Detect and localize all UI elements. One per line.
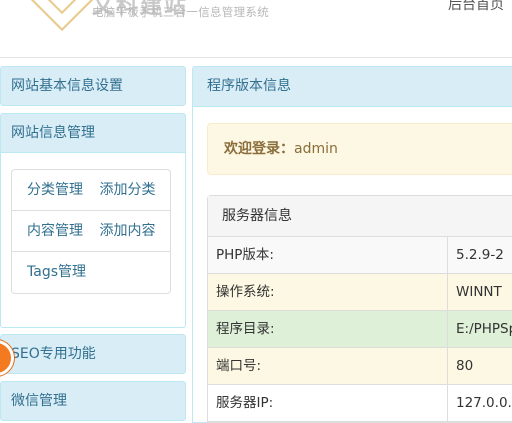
page-header: 文科建站 电脑平板手机三合一信息管理系统 后台首页: [0, 0, 512, 58]
row-value: 5.2.9-2: [456, 247, 504, 263]
table-row: 程序目录: E:/PHPSp: [208, 311, 512, 348]
add-category-link[interactable]: 添加分类: [99, 182, 155, 198]
table-row: 服务器IP: 127.0.0.1: [208, 385, 512, 422]
row-key: 端口号:: [208, 348, 448, 384]
row-value: 80: [456, 358, 474, 374]
table-row: 操作系统: WINNT: [208, 274, 512, 311]
table-row: 端口号: 80: [208, 348, 512, 385]
row-value: WINNT: [456, 284, 502, 300]
sidebar-panel-seo[interactable]: SEO专用功能: [0, 334, 186, 374]
row-key: PHP版本:: [208, 237, 448, 273]
submenu-row: Tags管理: [12, 252, 170, 293]
submenu-row: 分类管理 添加分类: [12, 170, 170, 211]
welcome-user: admin: [294, 141, 338, 157]
server-info-title: 服务器信息: [208, 196, 512, 237]
tags-manage-link[interactable]: Tags管理: [27, 264, 86, 280]
sidebar-panel-site-settings[interactable]: 网站基本信息设置: [0, 66, 186, 106]
table-row: PHP版本: 5.2.9-2: [208, 237, 512, 274]
sidebar-panel-label[interactable]: SEO专用功能: [0, 334, 186, 374]
welcome-label: 欢迎登录：: [224, 141, 294, 157]
sidebar-panel-label[interactable]: 网站信息管理: [0, 113, 186, 153]
sidebar-submenu: 分类管理 添加分类 内容管理 添加内容 Tags管理: [11, 169, 171, 294]
category-manage-link[interactable]: 分类管理: [27, 182, 83, 198]
sidebar-panel-wechat[interactable]: 微信管理: [0, 381, 186, 421]
row-key: 操作系统:: [208, 274, 448, 310]
admin-home-link[interactable]: 后台首页: [448, 0, 504, 14]
sidebar-panel-label[interactable]: 微信管理: [0, 381, 186, 421]
welcome-alert: 欢迎登录：admin: [207, 123, 512, 175]
submenu-row: 内容管理 添加内容: [12, 211, 170, 252]
sidebar: 网站基本信息设置 网站信息管理 分类管理 添加分类 内容管理 添加内容 Tags…: [0, 66, 186, 423]
row-value: E:/PHPSp: [456, 321, 512, 337]
row-key: 服务器IP:: [208, 385, 448, 421]
main-panel: 程序版本信息 欢迎登录：admin 服务器信息 PHP版本: 5.2.9-2 操…: [192, 66, 512, 423]
sidebar-panel-label[interactable]: 网站基本信息设置: [0, 66, 186, 106]
main-panel-title: 程序版本信息: [193, 67, 512, 107]
row-value: 127.0.0.1: [456, 395, 512, 411]
server-info-table: 服务器信息 PHP版本: 5.2.9-2 操作系统: WINNT 程序目录: E…: [207, 195, 512, 423]
row-key: 程序目录:: [208, 311, 448, 347]
sidebar-panel-content[interactable]: 网站信息管理: [0, 113, 186, 153]
add-content-link[interactable]: 添加内容: [99, 223, 155, 239]
content-manage-link[interactable]: 内容管理: [27, 223, 83, 239]
logo-subtitle: 电脑平板手机三合一信息管理系统: [92, 5, 269, 19]
sidebar-panel-content-body: 分类管理 添加分类 内容管理 添加内容 Tags管理: [0, 153, 186, 328]
